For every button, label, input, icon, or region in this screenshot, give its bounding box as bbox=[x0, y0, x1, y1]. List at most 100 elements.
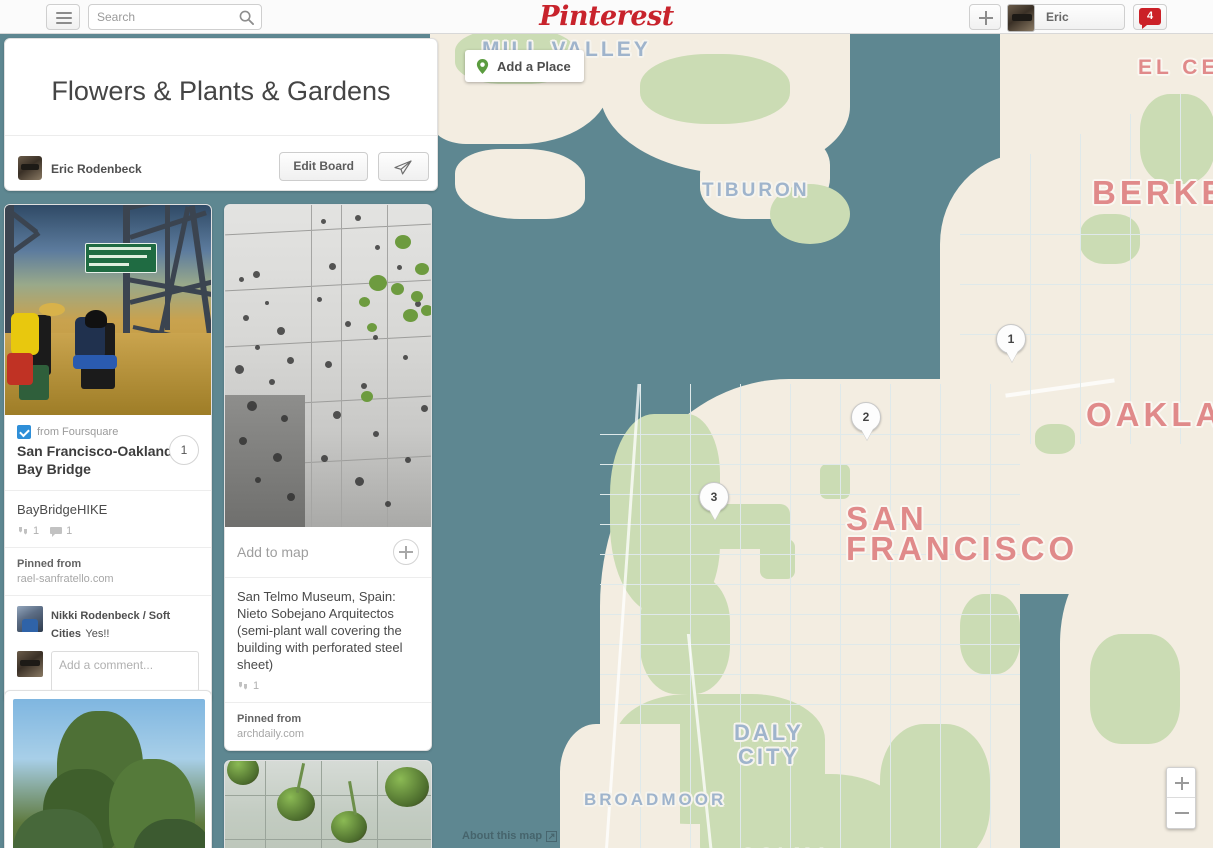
map-road bbox=[600, 614, 1020, 615]
pin-place-section: from Foursquare San Francisco-Oakland Ba… bbox=[5, 415, 211, 490]
pin-card-san-telmo[interactable]: Add to map San Telmo Museum, Spain: Niet… bbox=[224, 204, 432, 751]
map-park bbox=[1080, 214, 1140, 264]
pin-repin-stat: 1 bbox=[237, 680, 259, 692]
share-board-button[interactable] bbox=[378, 152, 429, 181]
map-road bbox=[600, 644, 1020, 645]
pin-image[interactable] bbox=[5, 205, 211, 415]
add-a-place-button[interactable]: Add a Place bbox=[465, 50, 584, 82]
about-this-map-link[interactable]: About this map bbox=[462, 830, 558, 842]
map-road bbox=[600, 494, 1020, 495]
map-road bbox=[890, 384, 891, 848]
map-park bbox=[700, 774, 900, 848]
about-this-map-label: About this map bbox=[462, 830, 543, 842]
map-marker-3[interactable]: 3 bbox=[699, 482, 729, 512]
pin-comment-stat: 1 bbox=[50, 525, 72, 537]
minus-icon bbox=[1175, 812, 1189, 814]
avatar bbox=[1007, 4, 1035, 32]
hamburger-menu-icon bbox=[56, 12, 72, 14]
map-park bbox=[1140, 94, 1213, 184]
board-header-card: Flowers & Plants & Gardens Eric Rodenbec… bbox=[4, 38, 438, 191]
external-link-icon bbox=[546, 830, 558, 842]
pin-repin-stat: 1 bbox=[17, 525, 39, 537]
user-menu-button[interactable]: Eric bbox=[1007, 4, 1125, 32]
map-road bbox=[790, 384, 791, 848]
map-road bbox=[990, 384, 991, 848]
pin-pinned-from-section: Pinned from archdaily.com bbox=[225, 702, 431, 750]
comment-icon bbox=[50, 526, 63, 537]
board-panel[interactable]: Flowers & Plants & Gardens Eric Rodenbec… bbox=[0, 34, 443, 848]
edit-board-button[interactable]: Edit Board bbox=[279, 152, 368, 181]
zoom-controls[interactable] bbox=[1166, 767, 1196, 829]
notifications-button[interactable]: 4 bbox=[1133, 4, 1167, 30]
map-park bbox=[640, 574, 730, 694]
avatar bbox=[17, 651, 43, 677]
pin-image[interactable] bbox=[225, 205, 431, 527]
comment-author[interactable]: Nikki Rodenbeck / Soft Cities bbox=[51, 610, 170, 640]
pin-place-badge[interactable]: 1 bbox=[169, 435, 199, 465]
map-road bbox=[1030, 154, 1031, 444]
hamburger-menu-button[interactable] bbox=[46, 4, 80, 30]
map-road bbox=[740, 384, 741, 848]
pin-image[interactable] bbox=[225, 761, 431, 848]
zoom-in-button[interactable] bbox=[1167, 768, 1195, 798]
pin-card-moss-balls[interactable] bbox=[224, 760, 432, 848]
add-to-map-row[interactable]: Add to map bbox=[225, 527, 431, 577]
pin-caption: San Telmo Museum, Spain: Nieto Sobejano … bbox=[237, 589, 403, 672]
map-park bbox=[1090, 634, 1180, 744]
map-road bbox=[640, 384, 641, 848]
page-title: Flowers & Plants & Gardens bbox=[51, 76, 391, 106]
search-input[interactable] bbox=[97, 5, 227, 29]
map-road bbox=[600, 584, 1020, 585]
repin-icon bbox=[17, 526, 29, 537]
map-road bbox=[1130, 114, 1131, 444]
map-road bbox=[600, 434, 1020, 435]
map-marker-1[interactable]: 1 bbox=[996, 324, 1026, 354]
pin-caption-section: San Telmo Museum, Spain: Nieto Sobejano … bbox=[225, 577, 431, 702]
add-pin-button[interactable] bbox=[969, 4, 1001, 30]
pin-comment-count: 1 bbox=[66, 525, 73, 537]
pin-stats: 1 1 bbox=[17, 525, 199, 537]
pin-source-row: from Foursquare bbox=[17, 425, 199, 439]
board-owner-name: Eric Rodenbeck bbox=[51, 162, 142, 176]
add-comment-row bbox=[17, 651, 199, 692]
pin-pinned-from-section: Pinned from rael-sanfratello.com bbox=[5, 547, 211, 595]
map-road bbox=[600, 464, 1020, 465]
map-road bbox=[600, 704, 1020, 705]
pin-place-title: San Francisco-Oakland Bay Bridge bbox=[17, 443, 173, 477]
map-road bbox=[940, 384, 941, 848]
map-land bbox=[560, 724, 680, 848]
avatar[interactable] bbox=[18, 156, 42, 180]
search-box[interactable] bbox=[88, 4, 262, 30]
plus-circle-icon[interactable] bbox=[393, 539, 419, 565]
pinned-from-site[interactable]: rael-sanfratello.com bbox=[17, 573, 199, 585]
top-header: Pinterest Eric 4 bbox=[0, 0, 1213, 34]
map-park bbox=[770, 184, 850, 244]
map-road bbox=[840, 384, 841, 848]
send-arrow-icon bbox=[394, 160, 412, 175]
pinned-from-site[interactable]: archdaily.com bbox=[237, 728, 419, 740]
map-road bbox=[1180, 94, 1181, 444]
map-road bbox=[600, 674, 1020, 675]
pin-card-tree[interactable] bbox=[4, 690, 212, 848]
avatar[interactable] bbox=[17, 606, 43, 632]
map-marker-2[interactable]: 2 bbox=[851, 402, 881, 432]
status-badge: 4 bbox=[1139, 8, 1161, 29]
map-road bbox=[690, 384, 691, 848]
pin-card-bay-bridge[interactable]: from Foursquare San Francisco-Oakland Ba… bbox=[4, 204, 212, 703]
map-road bbox=[600, 554, 1020, 555]
map-road bbox=[1080, 134, 1081, 444]
foursquare-icon bbox=[17, 425, 31, 439]
user-name-label: Eric bbox=[1046, 10, 1069, 24]
pinned-from-label: Pinned from bbox=[237, 713, 302, 725]
add-comment-input[interactable] bbox=[51, 651, 199, 692]
pin-source-label: from Foursquare bbox=[37, 426, 119, 438]
map-road bbox=[960, 284, 1213, 285]
zoom-out-button[interactable] bbox=[1167, 798, 1195, 828]
pinned-from-label: Pinned from bbox=[17, 558, 82, 570]
pin-repin-count: 1 bbox=[33, 525, 40, 537]
search-icon[interactable] bbox=[239, 10, 254, 25]
pin-image[interactable] bbox=[13, 699, 205, 848]
pin-caption: BayBridgeHIKE bbox=[17, 502, 108, 517]
map-park bbox=[640, 54, 790, 124]
map-pin-icon bbox=[475, 58, 490, 74]
